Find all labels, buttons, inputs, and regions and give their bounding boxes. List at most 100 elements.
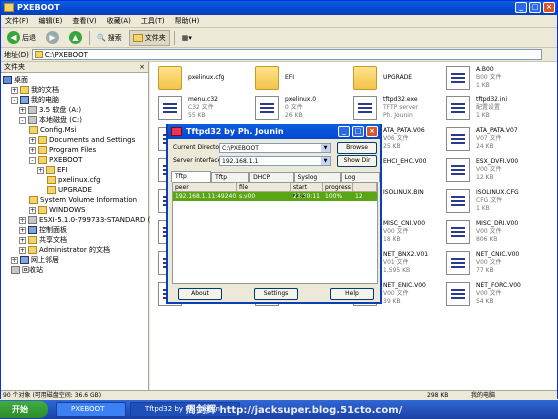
file-item[interactable]: MISC_DRI.V00 V00 文件 806 KB (446, 218, 557, 248)
expand-icon[interactable]: + (29, 146, 36, 154)
column-progress[interactable]: progress (323, 183, 353, 191)
file-caption: NET_BNX2.V01 V01 文件 1,595 KB (383, 251, 428, 275)
file-name: ATA_PATA.V07 (476, 127, 518, 134)
tftpd-maximize-button[interactable]: □ (352, 126, 364, 137)
toolbar-separator (173, 30, 175, 45)
tree-item-program-files[interactable]: + Program Files (29, 145, 96, 155)
tree-item-my-computer[interactable]: - 我的电脑 (11, 95, 59, 105)
expand-icon[interactable]: + (19, 216, 26, 224)
file-name: tftpd32.exe (383, 96, 418, 103)
file-item[interactable]: ESX_DVFI.V00 V00 文件 12 KB (446, 156, 557, 186)
server-interfaces-select[interactable]: 192.168.1.1 ▼ (219, 156, 331, 166)
file-caption: tftpd32.ini 配置设置 1 KB (476, 96, 507, 120)
status-object-count: 90 个对象 (可用磁盘空间: 36.6 GB) (3, 392, 102, 399)
menu-tools[interactable]: 工具(T) (141, 15, 165, 27)
dropdown-arrow-icon[interactable]: ▼ (321, 144, 330, 152)
menu-favorites[interactable]: 收藏(A) (107, 15, 131, 27)
tab-tftp-client[interactable]: Tftp Client (211, 172, 250, 190)
settings-button[interactable]: Settings (254, 288, 298, 300)
tree-item-floppy[interactable]: +3.5 软盘 (A:) (19, 105, 81, 115)
collapse-icon[interactable]: - (29, 156, 36, 164)
about-button[interactable]: About (178, 288, 222, 300)
menu-edit[interactable]: 编辑(E) (39, 15, 63, 27)
tab-log-viewer[interactable]: Log viewer (340, 172, 380, 190)
start-button[interactable]: 开始 (0, 401, 48, 418)
expand-icon[interactable]: + (11, 86, 18, 94)
cell-start-time: 23:30:11 (293, 193, 320, 200)
minimize-button[interactable]: _ (515, 2, 527, 13)
folders-button[interactable]: 文件夹 (128, 29, 170, 46)
tree-item-documents-and-settings[interactable]: + Documents and Settings (29, 135, 135, 145)
show-dir-button[interactable]: Show Dir (337, 155, 377, 167)
close-pane-icon[interactable]: × (139, 62, 145, 73)
table-row[interactable]: 192.168.1.11:49240 s.v00 23:30:11 100% 1… (173, 192, 377, 201)
tree-item-desktop[interactable]: 桌面 (3, 75, 28, 85)
search-button[interactable]: 🔍 搜索 (94, 30, 125, 46)
expand-icon[interactable]: + (29, 136, 36, 144)
tree-item-network-places[interactable]: + 网上邻居 (11, 255, 59, 265)
expand-icon[interactable]: + (11, 256, 18, 264)
tree-item-admin-documents[interactable]: + Administrator 的文档 (19, 245, 110, 255)
tree-item-shared-documents[interactable]: + 共享文档 (19, 235, 67, 245)
expand-icon[interactable]: + (19, 226, 26, 234)
tree-item-pxelinux-cfg[interactable]: pxelinux.cfg (47, 175, 101, 185)
tab-syslog-server[interactable]: Syslog server (293, 172, 341, 190)
tab-dhcp-server[interactable]: DHCP server (249, 172, 294, 190)
tree-item-config-msi[interactable]: Config.Msi (29, 125, 76, 135)
forward-button[interactable]: ▶ (43, 30, 62, 46)
column-extra[interactable] (353, 183, 377, 191)
help-button[interactable]: Help (330, 288, 374, 300)
menu-view[interactable]: 查看(V) (72, 15, 96, 27)
tftpd32-titlebar[interactable]: Tftpd32 by Ph. Jounin _ □ × (168, 124, 380, 139)
file-item[interactable]: NET_CNIC.V00 V00 文件 77 KB (446, 249, 557, 279)
file-type: V00 文件 (383, 228, 409, 235)
current-directory-select[interactable]: C:\PXEBOOT ▼ (219, 143, 331, 153)
explorer-titlebar[interactable]: PXEBOOT _ □ × (1, 1, 557, 15)
file-item[interactable]: A.B00 B00 文件 1 KB (446, 64, 557, 94)
tree-item-windows[interactable]: + WINDOWS (29, 205, 86, 215)
file-icon (353, 96, 377, 120)
expand-icon[interactable]: + (29, 206, 36, 214)
file-caption: pxelinux.0 0 文件 26 KB (285, 96, 316, 120)
back-button[interactable]: ◀ 后退 (4, 30, 39, 46)
browse-button[interactable]: Browse (337, 142, 377, 154)
address-label: 地址(D) (4, 50, 29, 59)
folder-icon (353, 66, 377, 90)
expand-icon[interactable]: + (19, 236, 26, 244)
views-button[interactable]: ▦▾ (179, 30, 195, 46)
maximize-button[interactable]: □ (529, 2, 541, 13)
tree-item-upgrade[interactable]: UPGRADE (47, 185, 92, 195)
tftpd-minimize-button[interactable]: _ (338, 126, 350, 137)
file-item[interactable]: ATA_PATA.V07 V07 文件 24 KB (446, 125, 557, 155)
collapse-icon[interactable]: - (11, 96, 18, 104)
tree-item-system-volume-information[interactable]: System Volume Information (29, 195, 137, 205)
expand-icon[interactable]: + (19, 246, 26, 254)
file-item[interactable]: ISOLINUX.CFG CFG 文件 1 KB (446, 187, 557, 217)
expand-icon[interactable]: + (37, 166, 44, 174)
tree-item-efi[interactable]: + EFI (37, 165, 68, 175)
address-input[interactable]: C:\PXEBOOT (31, 49, 542, 60)
column-peer[interactable]: peer (173, 183, 237, 191)
collapse-icon[interactable]: - (19, 116, 26, 124)
tree-item-pxeboot[interactable]: - PXEBOOT (29, 155, 82, 165)
tree-item-control-panel[interactable]: + 控制面板 (19, 225, 67, 235)
tree-item-recycle-bin[interactable]: 回收站 (11, 265, 43, 275)
tftpd-close-button[interactable]: × (366, 126, 378, 137)
file-icon (446, 251, 470, 275)
menu-help[interactable]: 帮助(H) (175, 15, 200, 27)
file-item[interactable]: NET_FORC.V00 V00 文件 54 KB (446, 280, 557, 310)
up-button[interactable]: ▲ (66, 30, 85, 46)
tree-item-my-documents[interactable]: + 我的文档 (11, 85, 59, 95)
file-item[interactable]: tftpd32.ini 配置设置 1 KB (446, 94, 557, 124)
tree-item-cd-drive-d[interactable]: + ESXI-5.1.0-799733-STANDARD (D:) (19, 215, 161, 225)
tree-label: 控制面板 (39, 226, 67, 234)
column-start-time[interactable]: start time (291, 183, 323, 200)
menu-file[interactable]: 文件(F) (5, 15, 29, 27)
dropdown-arrow-icon[interactable]: ▼ (321, 157, 330, 165)
taskbar-item-pxeboot[interactable]: PXEBOOT (56, 402, 126, 417)
tab-tftp-server[interactable]: Tftp Server (171, 171, 212, 189)
tree-item-local-disk-c[interactable]: - 本地磁盘 (C:) (19, 115, 82, 125)
column-file[interactable]: file (237, 183, 291, 191)
close-button[interactable]: × (543, 2, 555, 13)
expand-icon[interactable]: + (19, 106, 26, 114)
